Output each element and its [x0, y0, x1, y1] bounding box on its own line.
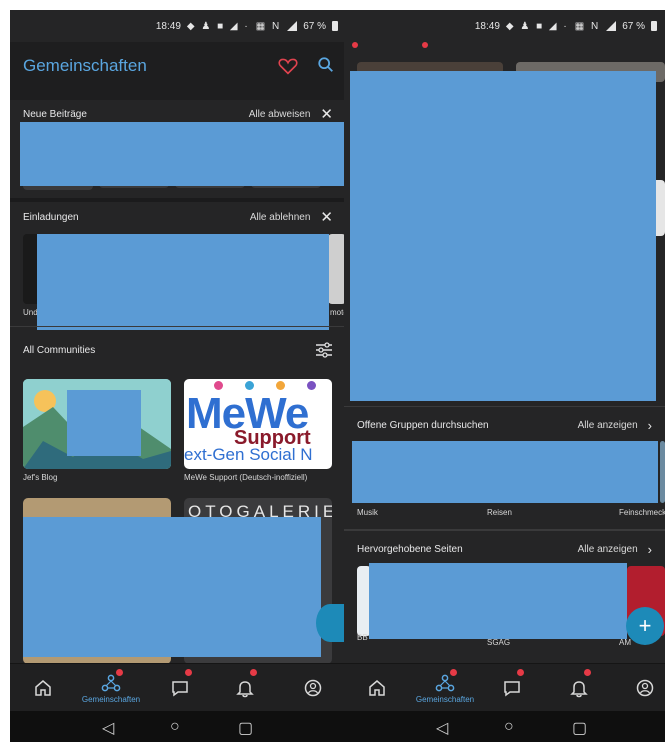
home-circle-icon[interactable]: ○: [504, 718, 514, 736]
redacted-region: [37, 234, 329, 330]
community-name[interactable]: Jef's Blog: [23, 473, 57, 482]
communities-header: All Communities: [10, 332, 346, 368]
recents-icon[interactable]: ▢: [238, 718, 253, 738]
open-group-card[interactable]: [660, 441, 665, 503]
notification-badge: [250, 669, 257, 676]
group-category-caption[interactable]: Reisen: [487, 508, 512, 517]
open-groups-header: Offene Gruppen durchsuchen Alle anzeigen…: [344, 407, 665, 443]
communities-title: All Communities: [23, 344, 96, 356]
nav-notifications[interactable]: [230, 664, 260, 712]
featured-pages-header: Hervorgehobene Seiten Alle anzeigen ›: [344, 531, 665, 567]
nav-chats[interactable]: [165, 664, 195, 712]
chat-icon: [504, 681, 520, 697]
dismiss-all-button[interactable]: Alle abweisen: [249, 109, 311, 120]
invitation-caption: Und: [23, 308, 38, 317]
app-screen: 18:49 ◆ ♟ ■ ◢ · ▦ N 67 % Offene Gruppen …: [344, 10, 665, 742]
status-time: 18:49: [155, 20, 181, 32]
profile-icon: [304, 679, 322, 697]
nav-chats[interactable]: [497, 664, 527, 712]
app-header: Gemeinschaften: [10, 42, 346, 100]
recents-icon[interactable]: ▢: [572, 718, 587, 738]
decline-all-button[interactable]: Alle ablehnen: [250, 212, 311, 223]
battery-icon: [651, 21, 657, 31]
invitations-header: Einladungen Alle ablehnen ✕: [10, 199, 346, 235]
redacted-region: [350, 71, 656, 401]
bottom-navigation: Gemeinschaften: [10, 663, 346, 712]
nav-profile[interactable]: [298, 664, 328, 712]
top-captions: [352, 42, 432, 48]
signal-icon: [606, 21, 617, 31]
redacted-region: [23, 517, 321, 657]
close-icon[interactable]: ✕: [320, 210, 333, 225]
system-navigation-bar: ◁ ○ ▢: [344, 711, 665, 742]
close-icon[interactable]: ✕: [320, 107, 333, 122]
battery-level: 67 %: [303, 20, 326, 32]
chat-icon: [172, 681, 188, 697]
back-icon[interactable]: ◁: [436, 718, 448, 738]
featured-page-caption[interactable]: AM: [619, 638, 631, 647]
nav-communities-label: Gemeinschaften: [81, 694, 141, 704]
system-navigation-bar: ◁ ○ ▢: [10, 711, 346, 742]
notification-badge: [450, 669, 457, 676]
nav-communities-label: Gemeinschaften: [415, 694, 475, 704]
mewe-logo-tagline: ext-Gen Social N: [184, 445, 313, 464]
filter-icon[interactable]: [315, 342, 333, 358]
fab-add-button[interactable]: [316, 604, 344, 642]
battery-level: 67 %: [622, 20, 645, 32]
community-card-image[interactable]: MeWe Support ext-Gen Social N: [184, 379, 332, 469]
divider: [10, 326, 346, 327]
notification-icons: ◆ ♟ ■ ◢ ·: [186, 20, 250, 32]
search-icon[interactable]: [317, 56, 335, 74]
show-all-button[interactable]: Alle anzeigen: [578, 544, 638, 555]
signal-icon: [287, 21, 298, 31]
nav-profile[interactable]: [630, 664, 660, 712]
nav-home[interactable]: [28, 664, 58, 712]
bottom-navigation: Gemeinschaften: [344, 663, 665, 712]
heart-icon[interactable]: [278, 57, 298, 75]
redacted-region: [67, 390, 141, 456]
redacted-region: [369, 563, 627, 639]
status-time: 18:49: [474, 20, 500, 32]
notification-badge: [584, 669, 591, 676]
show-all-button[interactable]: Alle anzeigen: [578, 420, 638, 431]
notification-badge: [185, 669, 192, 676]
right-phone-screen: 18:49 ◆ ♟ ■ ◢ · ▦ N 67 % Offene Gruppen …: [344, 0, 665, 742]
group-category-caption[interactable]: Musik: [357, 508, 378, 517]
new-posts-title: Neue Beiträge: [23, 108, 87, 120]
redacted-region: [20, 122, 346, 186]
home-icon: [369, 680, 385, 696]
battery-icon: [332, 21, 338, 31]
nav-notifications[interactable]: [564, 664, 594, 712]
nav-communities[interactable]: Gemeinschaften: [410, 664, 480, 712]
network-icons: ▦ N: [574, 20, 601, 32]
status-bar: 18:49 ◆ ♟ ■ ◢ · ▦ N 67 %: [10, 10, 346, 42]
featured-page-caption[interactable]: SGAG: [487, 638, 510, 647]
nav-home[interactable]: [362, 664, 392, 712]
page-title: Gemeinschaften: [23, 56, 147, 75]
open-groups-title: Offene Gruppen durchsuchen: [357, 419, 489, 431]
home-circle-icon[interactable]: ○: [170, 718, 180, 736]
bell-icon: [570, 681, 588, 698]
nav-communities[interactable]: Gemeinschaften: [76, 664, 146, 712]
notification-badge: [116, 669, 123, 676]
profile-icon: [636, 679, 654, 697]
network-icons: ▦ N: [255, 20, 282, 32]
group-category-caption[interactable]: Feinschmeck: [619, 508, 665, 517]
featured-pages-title: Hervorgehobene Seiten: [357, 543, 463, 555]
home-icon: [35, 680, 51, 696]
chevron-right-icon[interactable]: ›: [648, 418, 652, 433]
app-screen: 18:49 ◆ ♟ ■ ◢ · ▦ N 67 % Gemeinschaften …: [10, 10, 346, 742]
left-phone-screen: 18:49 ◆ ♟ ■ ◢ · ▦ N 67 % Gemeinschaften …: [10, 0, 346, 742]
fab-add-button[interactable]: +: [626, 607, 664, 645]
bell-icon: [236, 681, 254, 698]
status-bar: 18:49 ◆ ♟ ■ ◢ · ▦ N 67 %: [344, 10, 665, 42]
community-name[interactable]: MeWe Support (Deutsch-inoffiziell): [184, 473, 307, 482]
back-icon[interactable]: ◁: [102, 718, 114, 738]
notification-icons: ◆ ♟ ■ ◢ ·: [505, 20, 569, 32]
invitations-title: Einladungen: [23, 211, 79, 223]
notification-badge: [517, 669, 524, 676]
chevron-right-icon[interactable]: ›: [648, 542, 652, 557]
featured-page-caption[interactable]: BB: [357, 633, 368, 642]
redacted-region: [352, 441, 658, 503]
